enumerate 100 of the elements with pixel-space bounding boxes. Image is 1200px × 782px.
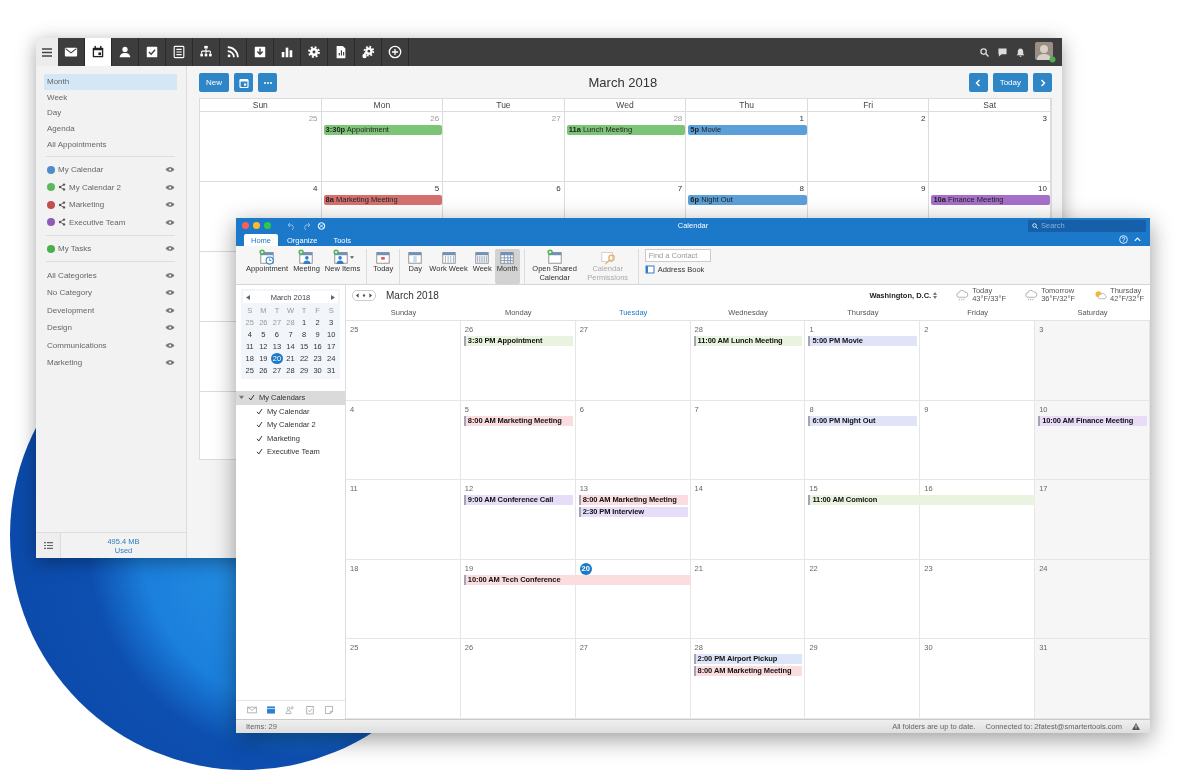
day-number: 6 <box>556 184 561 193</box>
more-button[interactable] <box>258 73 277 92</box>
view-item[interactable]: All Appointments <box>44 136 177 152</box>
undo-icon[interactable] <box>287 221 296 230</box>
eye-icon[interactable] <box>165 271 175 279</box>
checkbox[interactable] <box>256 407 263 415</box>
category-name[interactable]: No Category <box>47 288 162 298</box>
calendar-grid-icon <box>498 249 517 265</box>
share-icon <box>58 200 66 209</box>
report-icon <box>334 45 348 59</box>
org-chart-icon <box>199 45 213 59</box>
share-icon <box>58 183 66 192</box>
redo-icon[interactable] <box>302 221 311 230</box>
app-tab[interactable] <box>85 38 112 66</box>
previous-button[interactable] <box>968 73 988 92</box>
sun-cloud-icon <box>1093 289 1108 301</box>
search-icon <box>1032 222 1038 229</box>
day-number: 4 <box>313 184 318 193</box>
day-number: 1 <box>799 114 804 123</box>
day-number: 25 <box>308 114 318 123</box>
day-number: 28 <box>673 114 683 123</box>
calendar-icon <box>439 249 458 265</box>
weekday-header: Sun <box>200 99 322 111</box>
calendar-button[interactable] <box>234 73 253 92</box>
checkbox[interactable] <box>248 394 255 402</box>
eye-icon[interactable] <box>165 218 175 226</box>
day-number: 9 <box>920 184 926 193</box>
avatar-icon[interactable] <box>1034 41 1056 63</box>
weekday-header: Tue <box>443 99 565 111</box>
notes-icon <box>172 45 186 59</box>
warning-icon[interactable] <box>1132 723 1140 730</box>
calendar-add-icon <box>545 249 564 265</box>
calendar-people-icon <box>331 249 350 265</box>
previous-month-icon[interactable] <box>246 294 251 300</box>
month-title: March 2018 <box>587 75 659 90</box>
day-number: 5 <box>434 184 440 193</box>
checkbox[interactable] <box>256 421 263 429</box>
weekday-header: Thu <box>686 99 808 111</box>
eye-icon[interactable] <box>165 166 175 174</box>
help-icon[interactable] <box>1119 235 1128 244</box>
eye-icon[interactable] <box>165 201 175 209</box>
eye-icon[interactable] <box>165 359 175 367</box>
next-month-icon[interactable] <box>330 294 335 300</box>
bar-chart-icon <box>280 45 294 59</box>
calendar-icon[interactable] <box>266 705 277 715</box>
category-name[interactable]: All Categories <box>47 270 162 280</box>
disclosure-icon[interactable] <box>239 395 244 401</box>
calendar-name[interactable]: My Tasks <box>58 244 162 254</box>
add-icon <box>388 45 402 59</box>
key-icon <box>598 249 617 265</box>
download-icon <box>253 45 267 59</box>
calendar-name[interactable]: Executive Team <box>69 217 162 227</box>
minimize-button[interactable] <box>253 222 260 229</box>
eye-icon[interactable] <box>165 183 175 191</box>
view-item[interactable]: Month <box>44 74 177 90</box>
search-icon[interactable] <box>980 47 989 57</box>
new-button[interactable]: New <box>199 73 229 92</box>
chat-icon[interactable] <box>998 47 1007 57</box>
day-number: 27 <box>551 114 561 123</box>
eye-icon[interactable] <box>165 245 175 253</box>
menu-button[interactable] <box>36 38 58 66</box>
bell-icon[interactable] <box>1016 47 1025 57</box>
eye-icon[interactable] <box>165 324 175 332</box>
eye-icon[interactable] <box>165 341 175 349</box>
eye-icon[interactable] <box>165 306 175 314</box>
mail-icon <box>64 45 78 59</box>
calendar-name[interactable]: My Calendar 2 <box>69 182 162 192</box>
menu-icon <box>42 47 52 57</box>
view-item[interactable]: Day <box>44 105 177 121</box>
view-item[interactable]: Week <box>44 89 177 106</box>
view-item[interactable]: Agenda <box>44 120 177 137</box>
calendar-name[interactable]: Marketing <box>69 200 162 210</box>
weekday-header: Wed <box>564 99 687 111</box>
checkbox[interactable] <box>256 448 263 456</box>
navigation-arrows-icon[interactable] <box>352 289 376 301</box>
today-button[interactable]: Today <box>992 73 1028 92</box>
eye-icon[interactable] <box>165 289 175 297</box>
day-number: 2 <box>920 114 926 123</box>
collapse-icon[interactable] <box>1133 235 1142 244</box>
weekday-header: Mon <box>321 99 444 111</box>
checkbox-icon <box>145 45 159 59</box>
next-button[interactable] <box>1033 73 1052 92</box>
day-number: 26 <box>430 114 440 123</box>
calendar-name[interactable]: My Calendar <box>58 165 162 175</box>
category-name[interactable]: Development <box>47 305 162 315</box>
category-name[interactable]: Design <box>47 323 162 333</box>
day-number: 10 <box>1038 184 1047 193</box>
sync-icon[interactable] <box>317 221 326 230</box>
list-button[interactable] <box>36 533 61 558</box>
category-name[interactable]: Communications <box>47 340 162 350</box>
address-book-icon <box>644 265 655 274</box>
category-name[interactable]: Marketing <box>47 358 162 368</box>
calendar-person-icon <box>297 249 316 265</box>
day-number: 8 <box>799 184 804 193</box>
settings-icon <box>307 45 321 59</box>
stepper-icon[interactable] <box>933 291 938 299</box>
calendar-icon <box>91 45 105 59</box>
calendar-icon <box>406 249 425 265</box>
cloud-rain-icon <box>955 289 970 301</box>
checkbox[interactable] <box>256 434 263 442</box>
